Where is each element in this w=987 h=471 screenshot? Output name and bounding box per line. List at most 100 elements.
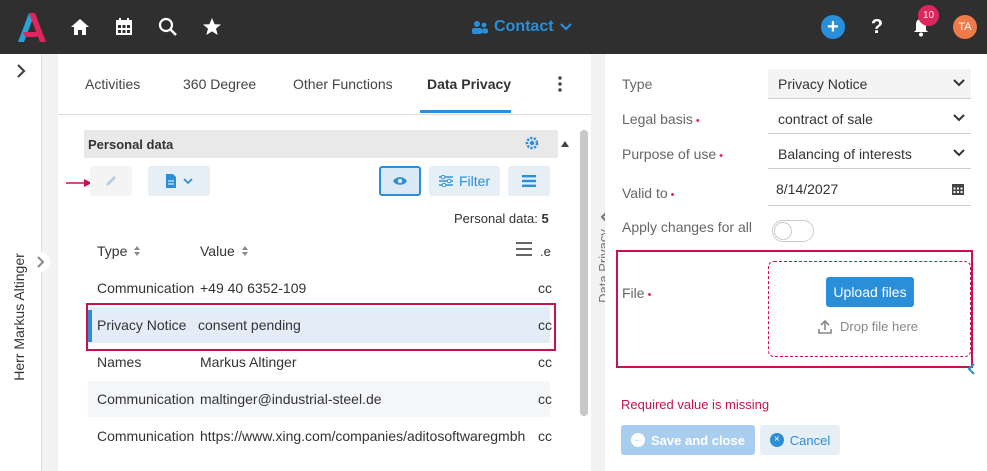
filter-button[interactable]: Filter (429, 166, 500, 196)
apply-changes-toggle[interactable] (772, 220, 814, 242)
table-row[interactable]: Communication +49 40 6352-109 cc (88, 270, 552, 306)
arrow-right-icon (66, 179, 92, 187)
detail-form: Type Privacy Notice Legal basis • contrac… (605, 54, 987, 471)
file-label-text: File (622, 285, 645, 301)
required-marker: • (670, 189, 675, 201)
search-icon[interactable] (157, 16, 179, 38)
tab-360-degree[interactable]: 360 Degree (183, 76, 256, 92)
column-menu-icon[interactable] (516, 242, 532, 256)
filter-label: Filter (458, 173, 491, 189)
legal-basis-label-text: Legal basis (622, 111, 693, 127)
tab-other-functions[interactable]: Other Functions (293, 76, 393, 92)
gear-icon[interactable] (524, 135, 540, 151)
chevron-right-icon (37, 256, 45, 268)
add-icon[interactable]: + (821, 15, 845, 39)
eye-icon (393, 177, 407, 185)
calendar-icon[interactable] (951, 182, 965, 196)
chevron-down-icon (953, 79, 965, 87)
cell-value: https://www.xing.com/companies/aditosoft… (200, 428, 526, 444)
legal-basis-select[interactable]: contract of sale (768, 104, 971, 134)
document-icon (166, 174, 176, 188)
file-drop-zone[interactable]: Upload files Drop file here (768, 261, 971, 357)
column-type[interactable]: Type (97, 243, 141, 259)
cell-extra: cc (538, 428, 552, 444)
chevron-down-icon (953, 149, 965, 157)
required-marker: • (695, 115, 700, 127)
column-value[interactable]: Value (200, 243, 249, 259)
list-view-button[interactable] (508, 166, 550, 196)
cell-extra: cc (538, 280, 552, 296)
contacts-icon (472, 21, 488, 34)
app-logo[interactable] (14, 10, 48, 44)
drop-hint-text: Drop file here (840, 319, 919, 334)
validation-error: Required value is missing (621, 397, 770, 412)
required-marker: • (647, 289, 652, 301)
close-circle-icon: × (769, 433, 784, 447)
type-label: Type (622, 76, 653, 92)
record-rail: Herr Markus Altinger (0, 54, 50, 471)
legal-basis-value: contract of sale (778, 111, 873, 127)
section-title: Personal data (88, 137, 174, 152)
sort-icon (134, 246, 141, 256)
purpose-label: Purpose of use • (622, 146, 723, 162)
expand-chevron-icon[interactable] (12, 62, 30, 80)
valid-to-label-text: Valid to (622, 185, 668, 201)
context-label: Contact (494, 18, 554, 35)
type-value: Privacy Notice (778, 76, 868, 92)
arrow-left-circle-icon: ← (631, 433, 646, 447)
tab-activities[interactable]: Activities (85, 76, 140, 92)
view-toggle-button[interactable] (379, 166, 421, 196)
save-and-close-button[interactable]: ← Save and close (621, 425, 755, 455)
list-icon (522, 175, 536, 187)
type-select[interactable]: Privacy Notice (768, 69, 971, 99)
toggle-knob (774, 222, 792, 240)
cell-value: Markus Altinger (200, 354, 297, 370)
top-bar: Contact + ? 10 TA (0, 0, 987, 54)
home-icon[interactable] (69, 16, 91, 38)
column-value-label: Value (200, 243, 235, 259)
upload-files-button[interactable]: Upload files (826, 277, 914, 307)
document-menu-button[interactable] (148, 166, 210, 196)
purpose-select[interactable]: Balancing of interests (768, 139, 971, 169)
cell-type: Communication (97, 391, 195, 407)
cancel-label: Cancel (789, 432, 831, 448)
chevron-down-icon (559, 23, 572, 31)
star-icon[interactable] (201, 16, 223, 38)
cancel-button[interactable]: × Cancel (760, 425, 840, 455)
tab-bar: Activities 360 Degree Other Functions Da… (58, 54, 591, 115)
edit-button[interactable] (90, 166, 132, 196)
help-icon[interactable]: ? (866, 16, 888, 38)
context-selector[interactable]: Contact (472, 16, 572, 38)
notification-badge[interactable]: 10 (918, 5, 939, 26)
sort-icon (241, 246, 248, 256)
save-label: Save and close (651, 432, 745, 448)
active-tab-indicator (420, 110, 511, 113)
calendar-icon[interactable] (113, 16, 135, 38)
legal-basis-label: Legal basis • (622, 111, 700, 127)
sliders-icon (438, 175, 453, 187)
valid-to-input[interactable]: 8/14/2027 (768, 174, 971, 206)
drop-hint: Drop file here (818, 319, 918, 334)
valid-to-label: Valid to • (622, 185, 675, 201)
chevron-left-icon[interactable] (965, 362, 979, 376)
selected-row-highlight (86, 303, 556, 351)
chevron-down-icon (953, 114, 965, 122)
avatar[interactable]: TA (953, 15, 977, 39)
rail-collapse-handle[interactable] (30, 252, 50, 272)
column-type-label: Type (97, 243, 128, 259)
personal-data-header[interactable]: Personal data (84, 130, 569, 158)
more-vertical-icon[interactable] (552, 74, 568, 94)
caret-up-icon[interactable] (560, 139, 570, 149)
pencil-icon (106, 176, 116, 186)
record-count-value: 5 (541, 211, 549, 226)
cell-value: maltinger@industrial-steel.de (200, 391, 382, 407)
scrollbar-thumb[interactable] (580, 130, 588, 416)
cell-type: Names (97, 354, 142, 370)
record-name: Herr Markus Altinger (11, 253, 27, 381)
table-row[interactable]: Communication https://www.xing.com/compa… (88, 418, 552, 454)
cell-extra: cc (538, 354, 552, 370)
table-row[interactable]: Communication maltinger@industrial-steel… (88, 381, 552, 417)
purpose-label-text: Purpose of use (622, 146, 717, 162)
scrollbar[interactable] (580, 130, 588, 416)
tab-data-privacy[interactable]: Data Privacy (427, 76, 511, 92)
